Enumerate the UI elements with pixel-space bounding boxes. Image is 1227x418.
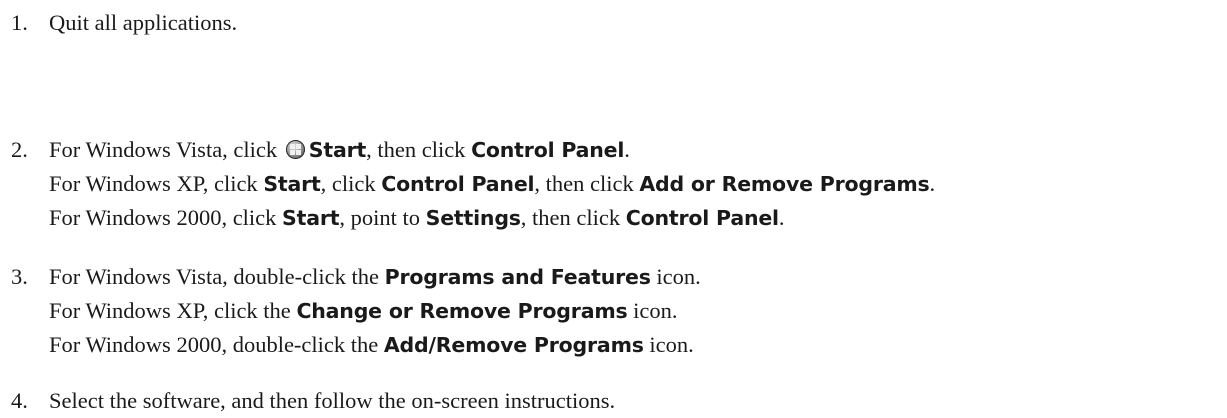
instruction-line-2000: For Windows 2000, click Start, point to … (49, 205, 785, 230)
instruction-line-vista: For Windows Vista, double-click the Prog… (49, 264, 701, 289)
step-text: Quit all applications. (49, 6, 237, 40)
ui-term-control-panel: Control Panel (381, 172, 535, 196)
instruction-line-xp: For Windows XP, click the Change or Remo… (49, 298, 678, 323)
ui-term-change-or-remove-programs: Change or Remove Programs (296, 299, 628, 323)
instruction-line: Select the software, and then follow the… (49, 388, 616, 413)
step-number: 3. (11, 264, 28, 289)
ui-term-settings: Settings (425, 206, 521, 230)
step-number: 2. (11, 137, 28, 162)
ui-term-start: Start (282, 206, 340, 230)
instruction-line-2000: For Windows 2000, double-click the Add/R… (49, 332, 694, 357)
instruction-line-vista: For Windows Vista, click Start, then cli… (49, 137, 630, 162)
step-text: For Windows Vista, click Start, then cli… (49, 133, 935, 235)
instruction-line-xp: For Windows XP, click Start, click Contr… (49, 171, 936, 196)
ui-term-start: Start (308, 138, 367, 162)
ui-term-control-panel: Control Panel (625, 206, 779, 230)
step-text: Select the software, and then follow the… (49, 384, 615, 418)
windows-start-orb-icon (285, 140, 305, 159)
ui-term-add-or-remove-programs: Add or Remove Programs (639, 172, 930, 196)
step-number: 4. (11, 388, 28, 413)
ui-term-programs-and-features: Programs and Features (384, 265, 651, 289)
instruction-line: Quit all applications. (49, 10, 238, 35)
step-number: 1. (11, 10, 28, 35)
instructions-page: 1. Quit all applications. 2. For Windows… (0, 0, 1227, 418)
ui-term-control-panel: Control Panel (471, 138, 625, 162)
ui-term-add-remove-programs: Add/Remove Programs (383, 333, 644, 357)
step-text: For Windows Vista, double-click the Prog… (49, 260, 701, 362)
ui-term-start: Start (263, 172, 321, 196)
